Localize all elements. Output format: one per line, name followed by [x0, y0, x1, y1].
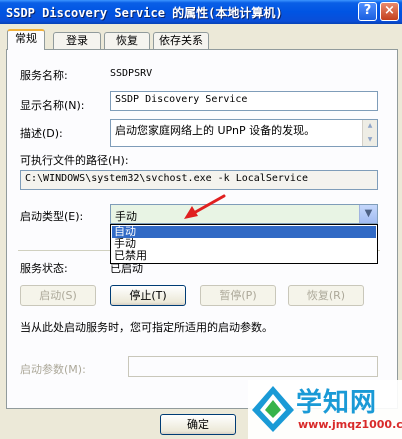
start-button[interactable]: 启动(S)	[20, 285, 96, 306]
start-params-input[interactable]	[128, 356, 378, 377]
description-text: 启动您家庭网络上的 UPnP 设备的发现。	[115, 124, 316, 137]
scroll-down-icon[interactable]: ▼	[364, 136, 376, 144]
startup-type-select[interactable]: 手动 ▼	[110, 204, 378, 224]
start-params-note: 当从此处启动服务时，您可指定所适用的启动参数。	[20, 321, 273, 334]
watermark-url: www.jmqz1000.com	[298, 418, 402, 431]
description-scrollbar[interactable]: ▲ ▼	[362, 120, 377, 146]
watermark-text: 学知网	[296, 388, 378, 418]
display-name-label: 显示名称(N):	[20, 99, 85, 112]
resume-button[interactable]: 恢复(R)	[288, 285, 364, 306]
stop-button[interactable]: 停止(T)	[110, 285, 186, 306]
startup-type-label: 启动类型(E):	[20, 210, 84, 223]
tab-general[interactable]: 常规	[7, 29, 45, 50]
option-disabled[interactable]: 已禁用	[112, 250, 376, 262]
display-name-field[interactable]: SSDP Discovery Service	[110, 91, 378, 111]
option-auto[interactable]: 自动	[112, 226, 376, 238]
option-manual[interactable]: 手动	[112, 238, 376, 250]
close-button[interactable]: ×	[380, 2, 399, 21]
exe-path-label: 可执行文件的路径(H):	[20, 154, 129, 167]
chevron-down-icon[interactable]: ▼	[359, 205, 377, 223]
window-title: SSDP Discovery Service 的属性(本地计算机)	[6, 6, 283, 20]
service-name-label: 服务名称:	[20, 69, 68, 82]
properties-dialog: SSDP Discovery Service 的属性(本地计算机) ? × 常规…	[0, 0, 402, 439]
ok-button[interactable]: 确定	[160, 414, 236, 435]
exe-path-field: C:\WINDOWS\system32\svchost.exe -k Local…	[20, 170, 378, 190]
startup-type-selected: 手动	[115, 210, 137, 223]
tab-logon[interactable]: 登录	[53, 32, 101, 49]
tab-dependencies[interactable]: 依存关系	[153, 32, 209, 49]
help-button[interactable]: ?	[358, 2, 377, 21]
start-params-label: 启动参数(M):	[20, 363, 86, 376]
watermark-logo-icon	[252, 386, 294, 432]
title-bar[interactable]: SSDP Discovery Service 的属性(本地计算机) ? ×	[0, 0, 402, 24]
service-status-label: 服务状态:	[20, 262, 68, 275]
description-label: 描述(D):	[20, 127, 63, 140]
description-field[interactable]: 启动您家庭网络上的 UPnP 设备的发现。 ▲ ▼	[110, 119, 378, 147]
tab-recovery[interactable]: 恢复	[104, 32, 150, 49]
scroll-up-icon[interactable]: ▲	[364, 122, 376, 130]
pause-button[interactable]: 暂停(P)	[200, 285, 276, 306]
watermark: 学知网 www.jmqz1000.com	[248, 380, 402, 439]
startup-type-dropdown: 自动 手动 已禁用	[110, 224, 378, 264]
service-name-value: SSDPSRV	[110, 68, 153, 79]
red-arrow-icon	[184, 194, 226, 219]
